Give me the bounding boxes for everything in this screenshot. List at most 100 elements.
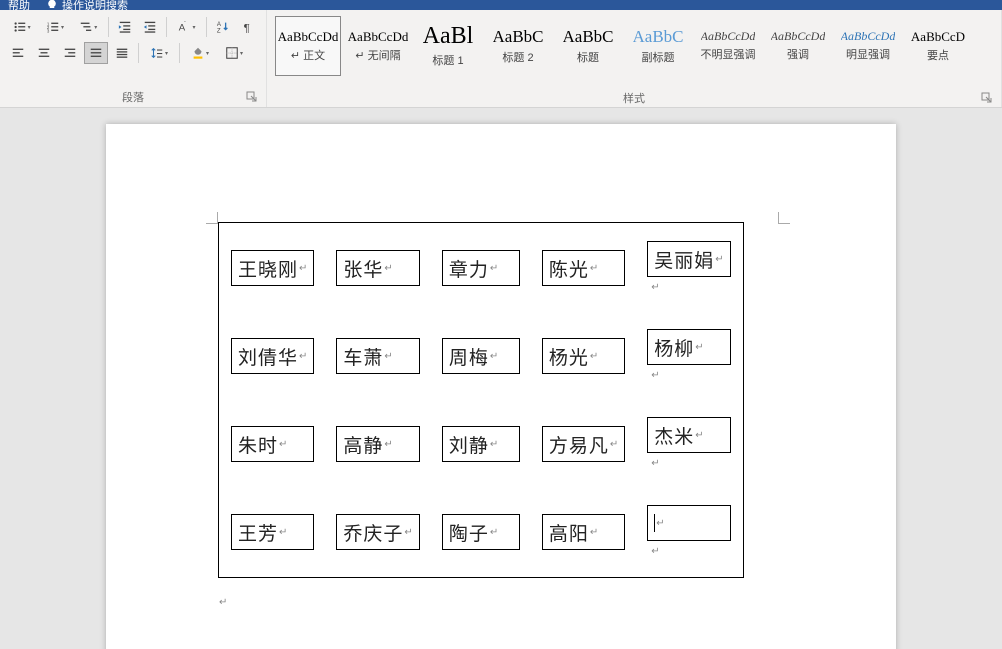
styles-gallery[interactable]: AaBbCcDd↵ 正文AaBbCcDd↵ 无间隔AaBl标题 1AaBbC标题… — [273, 14, 995, 90]
labels-table[interactable]: 王晓刚↵张华↵章力↵陈光↵吴丽娟↵↵刘倩华↵车萧↵周梅↵杨光↵杨柳↵↵朱时↵高静… — [218, 222, 744, 578]
table-cell[interactable]: 章力↵ — [432, 225, 530, 311]
name-text: 王芳 — [238, 519, 278, 546]
style-item[interactable]: AaBbCcD要点 — [905, 16, 971, 76]
paragraph-mark: ↵ — [715, 254, 723, 265]
paragraph-mark: ↵ — [695, 430, 703, 441]
name-label-box: ↵ — [647, 505, 730, 541]
name-label-box: 吴丽娟↵ — [647, 241, 730, 277]
table-cell[interactable]: 王芳↵ — [221, 489, 324, 575]
table-cell[interactable]: 杨柳↵↵ — [637, 313, 740, 399]
tell-me-search[interactable]: 操作说明搜索 — [46, 0, 128, 10]
page[interactable]: 王晓刚↵张华↵章力↵陈光↵吴丽娟↵↵刘倩华↵车萧↵周梅↵杨光↵杨柳↵↵朱时↵高静… — [106, 124, 896, 649]
multilevel-icon — [79, 20, 93, 34]
table-cell[interactable]: 刘静↵ — [432, 401, 530, 487]
align-center-icon — [37, 46, 51, 60]
indent-icon — [143, 20, 157, 34]
paragraph-dialog-launcher[interactable] — [246, 91, 258, 103]
style-name: 副标题 — [642, 49, 675, 65]
align-left-icon — [11, 46, 25, 60]
style-item[interactable]: AaBbC标题 — [555, 16, 621, 76]
paragraph-mark: ↵ — [695, 342, 703, 353]
multilevel-list-button[interactable]: ▾ — [73, 16, 104, 38]
table-cell[interactable]: 乔庆子↵ — [326, 489, 429, 575]
separator — [138, 43, 139, 63]
align-left-button[interactable] — [6, 42, 30, 64]
paragraph-mark: ↵ — [404, 527, 412, 538]
name-label-box: 杨柳↵ — [647, 329, 730, 365]
name-text: 方易凡 — [549, 431, 609, 458]
shading-button[interactable]: ▾ — [184, 42, 216, 64]
style-item[interactable]: AaBbCcDd明显强调 — [835, 16, 901, 76]
decrease-indent-button[interactable] — [113, 16, 136, 38]
table-cell[interactable]: 朱时↵ — [221, 401, 324, 487]
table-cell[interactable]: ↵↵ — [637, 489, 740, 575]
style-item[interactable]: AaBbCcDd↵ 正文 — [275, 16, 341, 76]
name-text: 车萧 — [343, 343, 383, 370]
name-label-box: 乔庆子↵ — [336, 514, 419, 550]
align-center-button[interactable] — [32, 42, 56, 64]
paragraph-mark: ↵ — [651, 546, 659, 557]
name-text: 杨光 — [549, 343, 589, 370]
style-item[interactable]: AaBbCcDd强调 — [765, 16, 831, 76]
numbering-button[interactable]: 123▾ — [39, 16, 70, 38]
style-item[interactable]: AaBl标题 1 — [415, 16, 481, 76]
borders-button[interactable]: ▾ — [218, 42, 250, 64]
increase-indent-button[interactable] — [138, 16, 161, 38]
asian-layout-button[interactable]: Aˇ▾ — [171, 16, 202, 38]
name-text: 高阳 — [549, 519, 589, 546]
table-cell[interactable]: 张华↵ — [326, 225, 429, 311]
document-canvas[interactable]: 王晓刚↵张华↵章力↵陈光↵吴丽娟↵↵刘倩华↵车萧↵周梅↵杨光↵杨柳↵↵朱时↵高静… — [0, 108, 1002, 649]
outdent-icon — [118, 20, 132, 34]
sort-icon: AZ — [216, 20, 230, 34]
name-text: 刘静 — [449, 431, 489, 458]
paragraph-mark: ↵ — [651, 458, 659, 469]
style-name: 强调 — [787, 46, 809, 62]
group-label-paragraph: 段落 — [122, 89, 144, 105]
align-right-button[interactable] — [58, 42, 82, 64]
table-cell[interactable]: 王晓刚↵ — [221, 225, 324, 311]
name-text: 王晓刚 — [238, 255, 298, 282]
styles-dialog-launcher[interactable] — [981, 92, 993, 104]
style-preview: AaBbC — [563, 28, 614, 45]
style-preview: AaBbCcD — [911, 30, 965, 43]
name-text: 章力 — [449, 255, 489, 282]
bullets-button[interactable]: ▾ — [6, 16, 37, 38]
distributed-button[interactable] — [110, 42, 134, 64]
name-text: 刘倩华 — [238, 343, 298, 370]
table-cell[interactable]: 方易凡↵ — [532, 401, 635, 487]
table-cell[interactable]: 周梅↵ — [432, 313, 530, 399]
table-cell[interactable]: 高阳↵ — [532, 489, 635, 575]
style-name: 不明显强调 — [701, 46, 756, 62]
help-menu[interactable]: 帮助 — [8, 0, 30, 10]
table-cell[interactable]: 刘倩华↵ — [221, 313, 324, 399]
paragraph-mark: ↵ — [651, 370, 659, 381]
table-cell[interactable]: 陶子↵ — [432, 489, 530, 575]
pilcrow-icon: ¶ — [241, 20, 255, 34]
style-item[interactable]: AaBbC副标题 — [625, 16, 691, 76]
paragraph-mark: ↵ — [299, 263, 307, 274]
separator — [166, 17, 167, 37]
style-preview: AaBbCcDd — [701, 30, 756, 42]
table-cell[interactable]: 高静↵ — [326, 401, 429, 487]
name-label-box: 方易凡↵ — [542, 426, 625, 462]
align-right-icon — [63, 46, 77, 60]
sort-button[interactable]: AZ — [211, 16, 234, 38]
name-label-box: 高阳↵ — [542, 514, 625, 550]
table-cell[interactable]: 杰米↵↵ — [637, 401, 740, 487]
paragraph-mark: ↵ — [590, 351, 598, 362]
numbering-icon: 123 — [46, 20, 60, 34]
paragraph-mark: ↵ — [299, 351, 307, 362]
table-cell[interactable]: 杨光↵ — [532, 313, 635, 399]
paragraph-mark: ↵ — [610, 439, 618, 450]
show-marks-button[interactable]: ¶ — [237, 16, 260, 38]
style-item[interactable]: AaBbCcDd↵ 无间隔 — [345, 16, 411, 76]
table-cell[interactable]: 车萧↵ — [326, 313, 429, 399]
name-label-box: 朱时↵ — [231, 426, 314, 462]
style-item[interactable]: AaBbC标题 2 — [485, 16, 551, 76]
name-label-box: 王晓刚↵ — [231, 250, 314, 286]
style-item[interactable]: AaBbCcDd 不明显强调 — [695, 16, 761, 76]
table-cell[interactable]: 吴丽娟↵↵ — [637, 225, 740, 311]
line-spacing-button[interactable]: ▾ — [143, 42, 175, 64]
justify-button[interactable] — [84, 42, 108, 64]
table-cell[interactable]: 陈光↵ — [532, 225, 635, 311]
